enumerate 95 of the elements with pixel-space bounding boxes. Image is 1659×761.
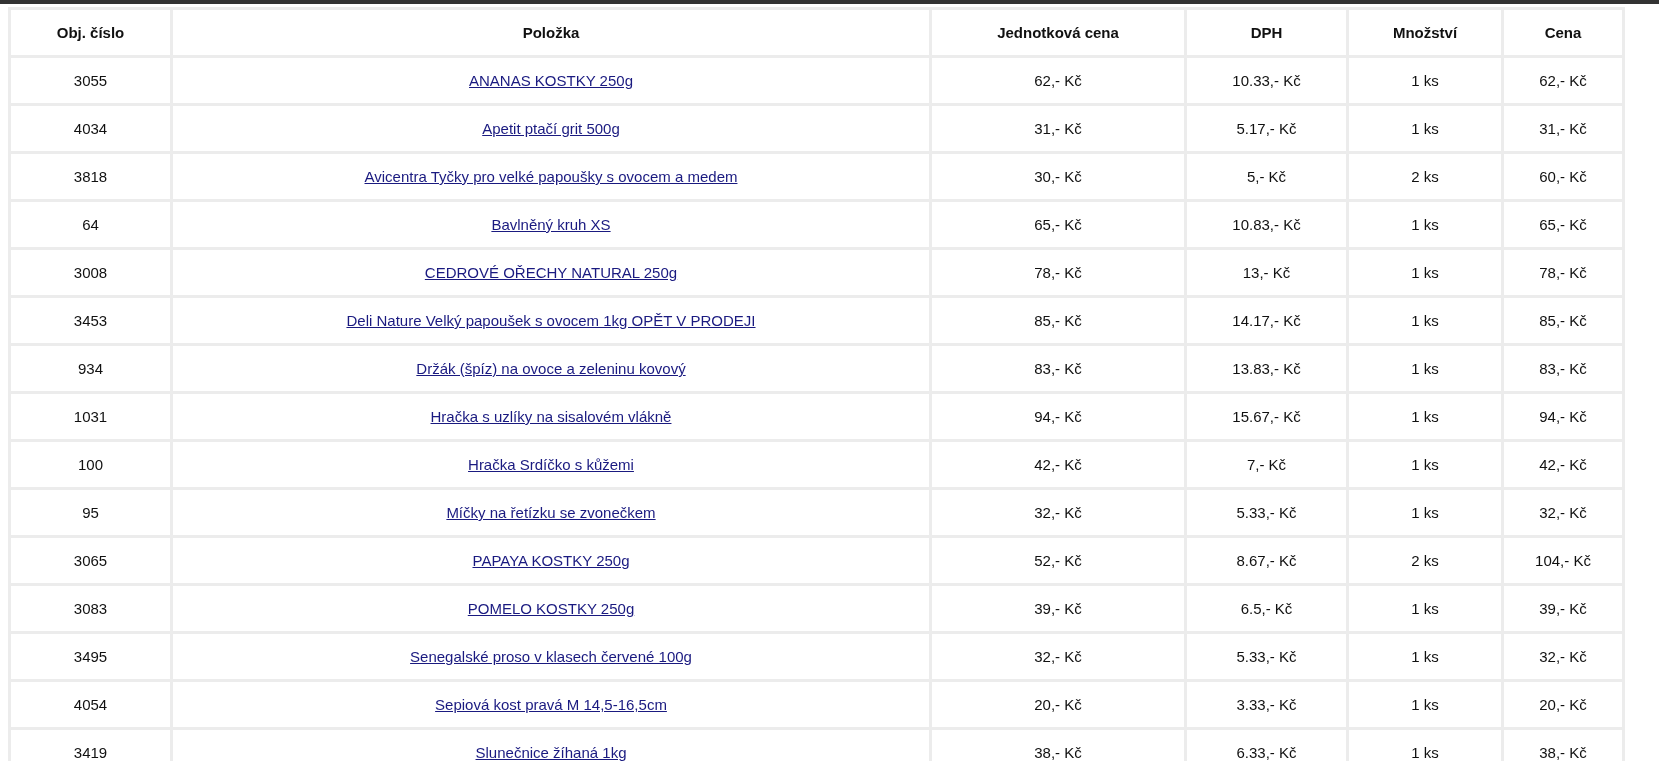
table-cell: 5.33,- Kč: [1187, 490, 1346, 535]
table-cell: 1 ks: [1349, 58, 1501, 103]
table-cell: 32,- Kč: [932, 634, 1184, 679]
table-cell: 7,- Kč: [1187, 442, 1346, 487]
column-header: Množství: [1349, 10, 1501, 55]
table-cell: 38,- Kč: [932, 730, 1184, 761]
table-cell: 6.5,- Kč: [1187, 586, 1346, 631]
column-header: Cena: [1504, 10, 1622, 55]
product-link[interactable]: POMELO KOSTKY 250g: [467, 600, 635, 617]
table-cell: 5,- Kč: [1187, 154, 1346, 199]
product-link[interactable]: Avicentra Tyčky pro velké papoušky s ovocem a medem: [364, 168, 738, 185]
table-cell: 38,- Kč: [1504, 730, 1622, 761]
table-cell: 39,- Kč: [1504, 586, 1622, 631]
product-link[interactable]: Apetit ptačí grit 500g: [482, 120, 620, 137]
table-cell: 31,- Kč: [1504, 106, 1622, 151]
table-cell: 1 ks: [1349, 250, 1501, 295]
table-cell: 83,- Kč: [1504, 346, 1622, 391]
column-header: Položka: [173, 10, 929, 55]
table-cell: 1 ks: [1349, 394, 1501, 439]
table-cell: 3.33,- Kč: [1187, 682, 1346, 727]
table-cell: 95: [11, 490, 170, 535]
table-cell: 2 ks: [1349, 154, 1501, 199]
table-cell: 31,- Kč: [932, 106, 1184, 151]
table-cell: 934: [11, 346, 170, 391]
table-cell: 1 ks: [1349, 106, 1501, 151]
table-cell: 5.17,- Kč: [1187, 106, 1346, 151]
product-link[interactable]: Držák (špíz) na ovoce a zeleninu kovový: [416, 360, 686, 377]
table-cell: 62,- Kč: [1504, 58, 1622, 103]
product-link[interactable]: Hračka Srdíčko s kůžemi: [468, 456, 634, 473]
table-cell: 1 ks: [1349, 730, 1501, 761]
table-cell: 52,- Kč: [932, 538, 1184, 583]
table-cell: 1 ks: [1349, 634, 1501, 679]
table-cell: 94,- Kč: [932, 394, 1184, 439]
table-cell: 104,- Kč: [1504, 538, 1622, 583]
table-cell: 64: [11, 202, 170, 247]
table-cell: 14.17,- Kč: [1187, 298, 1346, 343]
table-cell: 60,- Kč: [1504, 154, 1622, 199]
table-cell: 65,- Kč: [1504, 202, 1622, 247]
product-link[interactable]: CEDROVÉ OŘECHY NATURAL 250g: [424, 264, 678, 281]
table-cell: 30,- Kč: [932, 154, 1184, 199]
table-cell: 4054: [11, 682, 170, 727]
table-cell: 94,- Kč: [1504, 394, 1622, 439]
table-cell: 15.67,- Kč: [1187, 394, 1346, 439]
table-cell: 3065: [11, 538, 170, 583]
table-cell: 3495: [11, 634, 170, 679]
table-cell: 1 ks: [1349, 442, 1501, 487]
table-cell: 1 ks: [1349, 490, 1501, 535]
table-cell: 13,- Kč: [1187, 250, 1346, 295]
table-cell: 13.83,- Kč: [1187, 346, 1346, 391]
table-cell: 1 ks: [1349, 682, 1501, 727]
product-link[interactable]: Slunečnice žíhaná 1kg: [475, 744, 627, 761]
table-cell: 1 ks: [1349, 346, 1501, 391]
table-cell: 39,- Kč: [932, 586, 1184, 631]
table-cell: 78,- Kč: [932, 250, 1184, 295]
table-cell: 1 ks: [1349, 298, 1501, 343]
table-cell: 32,- Kč: [1504, 490, 1622, 535]
product-link[interactable]: Senegalské proso v klasech červené 100g: [410, 648, 692, 665]
table-cell: 42,- Kč: [1504, 442, 1622, 487]
table-cell: 83,- Kč: [932, 346, 1184, 391]
table-cell: 20,- Kč: [1504, 682, 1622, 727]
product-link[interactable]: Hračka s uzlíky na sisalovém vlákně: [430, 408, 672, 425]
table-cell: 8.67,- Kč: [1187, 538, 1346, 583]
table-cell: 65,- Kč: [932, 202, 1184, 247]
table-cell: 3055: [11, 58, 170, 103]
table-cell: 20,- Kč: [932, 682, 1184, 727]
table-cell: 5.33,- Kč: [1187, 634, 1346, 679]
table-cell: 2 ks: [1349, 538, 1501, 583]
column-header: DPH: [1187, 10, 1346, 55]
table-cell: 1 ks: [1349, 586, 1501, 631]
table-cell: 85,- Kč: [932, 298, 1184, 343]
table-cell: 100: [11, 442, 170, 487]
table-cell: 6.33,- Kč: [1187, 730, 1346, 761]
table-cell: 3453: [11, 298, 170, 343]
product-link[interactable]: ANANAS KOSTKY 250g: [469, 72, 633, 89]
table-cell: 10.33,- Kč: [1187, 58, 1346, 103]
table-cell: 62,- Kč: [932, 58, 1184, 103]
table-cell: 3818: [11, 154, 170, 199]
product-link[interactable]: Míčky na řetízku se zvonečkem: [446, 504, 656, 521]
table-cell: 3419: [11, 730, 170, 761]
product-link[interactable]: Bavlněný kruh XS: [491, 216, 611, 233]
table-cell: 1 ks: [1349, 202, 1501, 247]
table-cell: 42,- Kč: [932, 442, 1184, 487]
table-cell: 32,- Kč: [1504, 634, 1622, 679]
table-cell: 1031: [11, 394, 170, 439]
table-cell: 85,- Kč: [1504, 298, 1622, 343]
table-cell: 3083: [11, 586, 170, 631]
table-cell: 4034: [11, 106, 170, 151]
column-header: Jednotková cena: [932, 10, 1184, 55]
table-cell: 10.83,- Kč: [1187, 202, 1346, 247]
table-cell: 78,- Kč: [1504, 250, 1622, 295]
table-cell: 3008: [11, 250, 170, 295]
column-header: Obj. číslo: [11, 10, 170, 55]
product-link[interactable]: Sepiová kost pravá M 14,5-16,5cm: [435, 696, 667, 713]
product-link[interactable]: PAPAYA KOSTKY 250g: [472, 552, 630, 569]
table-cell: 32,- Kč: [932, 490, 1184, 535]
